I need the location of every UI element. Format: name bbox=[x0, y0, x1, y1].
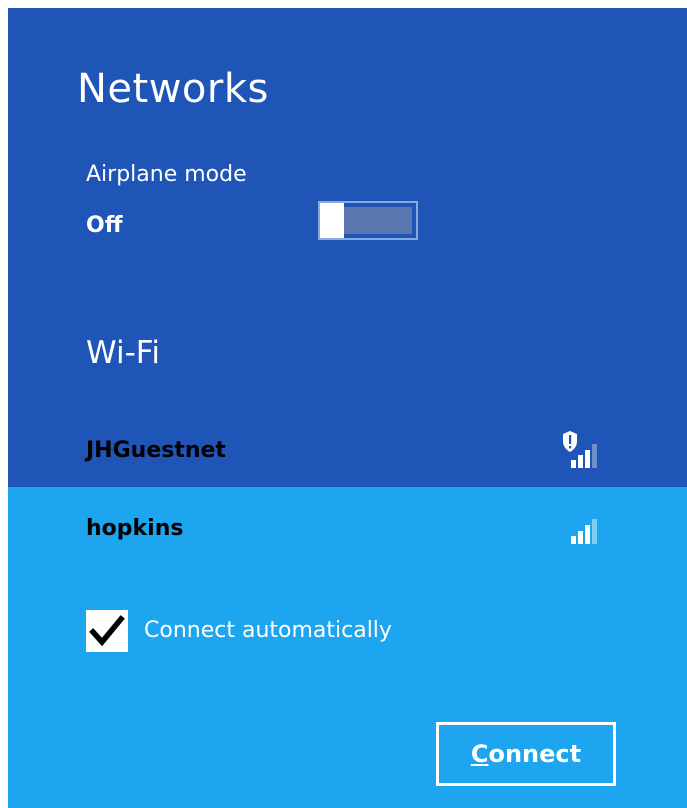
network-item-hopkins[interactable]: hopkins bbox=[8, 492, 687, 562]
airplane-mode-label: Airplane mode bbox=[86, 162, 247, 187]
network-item-jhguestnet[interactable]: JHGuestnet bbox=[8, 410, 687, 480]
connect-button-mnemonic: C bbox=[470, 740, 489, 768]
connect-button[interactable]: Connect bbox=[436, 722, 616, 786]
connect-automatically-label: Connect automatically bbox=[144, 618, 392, 643]
page-title: Networks bbox=[77, 66, 269, 112]
airplane-mode-toggle[interactable] bbox=[318, 201, 418, 240]
checkmark-icon bbox=[89, 615, 125, 647]
toggle-thumb[interactable] bbox=[320, 203, 344, 238]
network-name: JHGuestnet bbox=[86, 438, 226, 463]
connect-button-label: onnect bbox=[488, 740, 582, 768]
signal-icon bbox=[571, 508, 621, 548]
signal-warning-icon bbox=[561, 430, 611, 470]
airplane-mode-state: Off bbox=[86, 213, 123, 238]
wifi-section-title: Wi-Fi bbox=[86, 335, 160, 371]
connect-automatically-checkbox[interactable] bbox=[86, 610, 128, 652]
network-name: hopkins bbox=[86, 516, 184, 541]
